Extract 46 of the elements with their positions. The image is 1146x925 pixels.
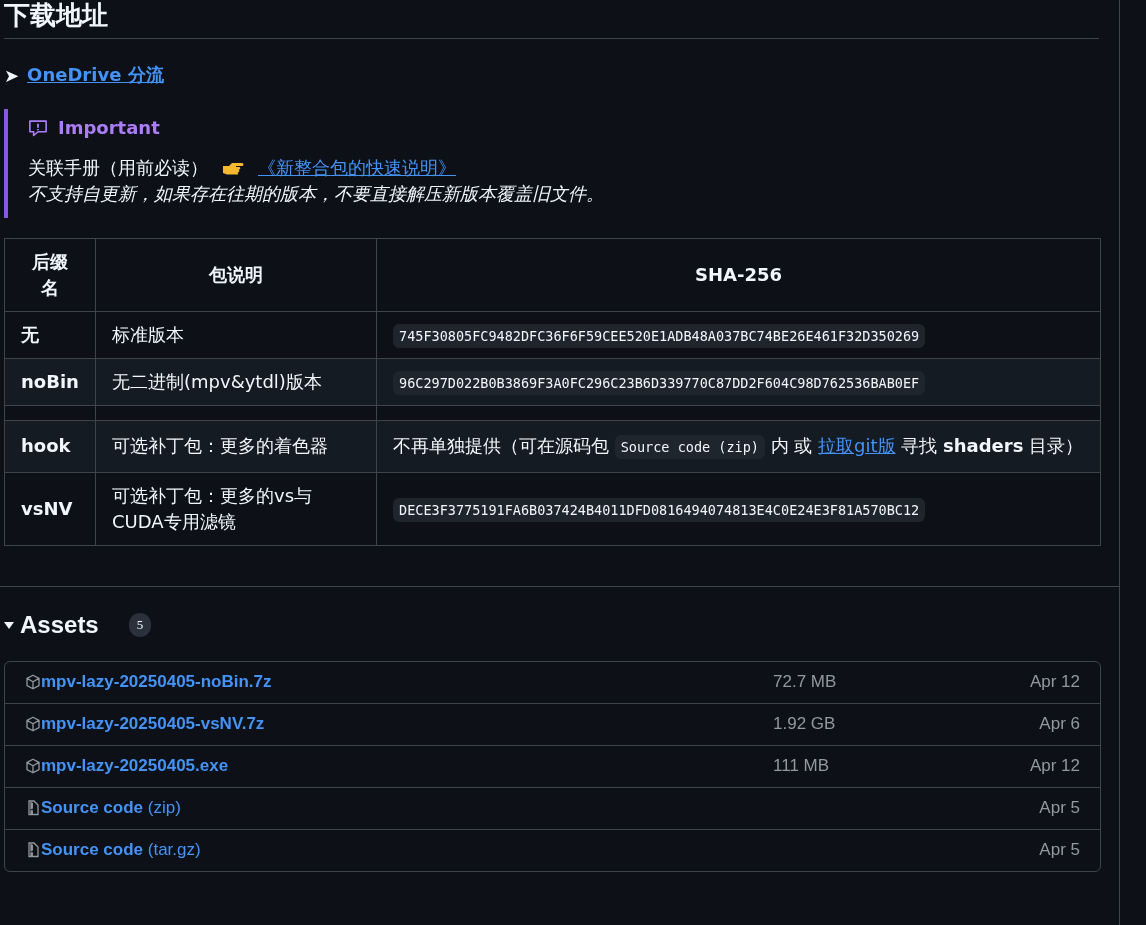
asset-date: Apr 5: [1039, 840, 1080, 861]
table-header: 后缀名: [4, 238, 96, 312]
warning-text: 不支持自更新，如果存在往期的版本，不要直接解压新版本覆盖旧文件。: [28, 182, 605, 206]
table-header: SHA-256: [376, 238, 1101, 312]
table-cell: 不再单独提供（可在源码包 Source code (zip) 内 或 拉取git版 寻找 shaders 目录）: [376, 420, 1101, 473]
cube-icon: [25, 716, 41, 733]
asset-date: Apr 6: [1039, 714, 1080, 735]
file-size: 111 MB: [773, 756, 830, 776]
table-cell: vsNV: [4, 472, 96, 546]
sha-code: 745F30805FC9482DFC36F6F59CEE520E1ADB48A037BC74BE26E461F32D350269: [393, 324, 926, 348]
assets-title: Assets: [20, 610, 99, 639]
arrow-bullet: ➤: [4, 64, 20, 86]
table-cell: 可选补丁包：更多的着色器: [95, 420, 377, 473]
asset-date: Apr 12: [1029, 672, 1080, 693]
asset-link[interactable]: Source code (zip): [41, 798, 773, 819]
asset-date: Apr 12: [1029, 756, 1080, 777]
asset-link[interactable]: mpv-lazy-20250405.exe: [41, 756, 773, 777]
section-heading: 下载地址: [4, 0, 1099, 39]
table-cell: 可选补丁包：更多的vs与CUDA专用滤镜: [95, 472, 377, 546]
sha-code: DECE3F3775191FA6B037424B4011DFD0816494074813E4C0E24E3F81A570BC12: [393, 497, 926, 522]
asset-link[interactable]: Source code (tar.gz): [41, 840, 773, 861]
callout-title: Important: [58, 117, 160, 138]
table-cell: 无: [4, 311, 96, 359]
sha-code: 96C297D022B0B3869F3A0FC296C23B6D339770C87DD2F604C98D762536BAB0EF: [393, 371, 926, 396]
cube-icon: [25, 674, 41, 691]
file-size: 1.92 GB: [773, 714, 836, 734]
collapse-toggle[interactable]: [4, 619, 14, 630]
count-badge: 5: [128, 612, 152, 637]
asset-link[interactable]: mpv-lazy-20250405-noBin.7z: [41, 672, 773, 693]
table-cell: 无二进制(mpv&ytdl)版本: [95, 358, 377, 406]
quick-guide-link[interactable]: 《新整合包的快速说明》: [258, 156, 456, 180]
zip-file-icon: [25, 841, 41, 860]
zip-file-icon: [25, 799, 41, 818]
asset-date: Apr 5: [1039, 798, 1080, 819]
cube-icon: [25, 758, 41, 775]
table-header: 包说明: [95, 238, 377, 312]
git-link[interactable]: 拉取git版: [818, 435, 896, 457]
asset-link[interactable]: mpv-lazy-20250405-vsNV.7z: [41, 714, 773, 735]
speech-bubble-alert-icon: [28, 117, 48, 138]
onedrive-link[interactable]: OneDrive 分流: [27, 63, 164, 87]
table-cell: hook: [4, 420, 96, 473]
table-cell: 标准版本: [95, 311, 377, 359]
table-cell: noBin: [4, 358, 96, 406]
manual-label: 关联手册（用前必读）: [28, 156, 208, 180]
file-size: 72.7 MB: [773, 672, 837, 692]
pointing-hand-icon: [222, 161, 244, 175]
